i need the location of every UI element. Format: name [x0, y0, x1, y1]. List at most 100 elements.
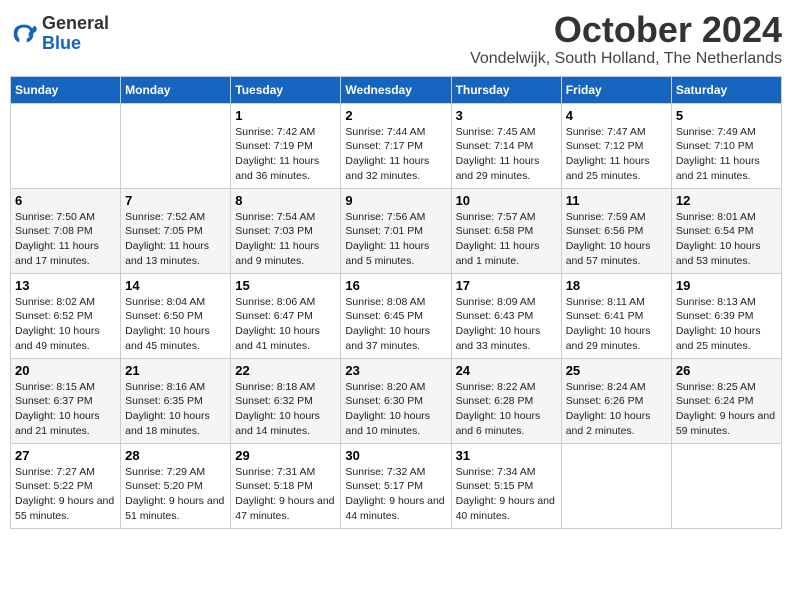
day-info: Sunrise: 8:06 AMSunset: 6:47 PMDaylight:… [235, 295, 336, 354]
calendar-cell: 20 Sunrise: 8:15 AMSunset: 6:37 PMDayligh… [11, 358, 121, 443]
day-info: Sunrise: 8:13 AMSunset: 6:39 PMDaylight:… [676, 295, 777, 354]
day-number: 27 [15, 448, 116, 463]
day-info: Sunrise: 7:44 AMSunset: 7:17 PMDaylight:… [345, 125, 446, 184]
day-info: Sunrise: 8:11 AMSunset: 6:41 PMDaylight:… [566, 295, 667, 354]
day-info: Sunrise: 7:57 AMSunset: 6:58 PMDaylight:… [456, 210, 557, 269]
day-info: Sunrise: 7:52 AMSunset: 7:05 PMDaylight:… [125, 210, 226, 269]
day-info: Sunrise: 8:18 AMSunset: 6:32 PMDaylight:… [235, 380, 336, 439]
day-number: 26 [676, 363, 777, 378]
calendar-cell [671, 443, 781, 528]
day-number: 13 [15, 278, 116, 293]
calendar-cell: 8 Sunrise: 7:54 AMSunset: 7:03 PMDaylight… [231, 188, 341, 273]
day-info: Sunrise: 8:02 AMSunset: 6:52 PMDaylight:… [15, 295, 116, 354]
day-info: Sunrise: 8:08 AMSunset: 6:45 PMDaylight:… [345, 295, 446, 354]
day-info: Sunrise: 7:59 AMSunset: 6:56 PMDaylight:… [566, 210, 667, 269]
day-info: Sunrise: 8:24 AMSunset: 6:26 PMDaylight:… [566, 380, 667, 439]
day-info: Sunrise: 8:22 AMSunset: 6:28 PMDaylight:… [456, 380, 557, 439]
day-info: Sunrise: 8:01 AMSunset: 6:54 PMDaylight:… [676, 210, 777, 269]
day-number: 17 [456, 278, 557, 293]
day-number: 12 [676, 193, 777, 208]
calendar-cell: 14 Sunrise: 8:04 AMSunset: 6:50 PMDayligh… [121, 273, 231, 358]
day-number: 31 [456, 448, 557, 463]
calendar-cell: 17Sunrise: 8:09 AMSunset: 6:43 PMDayligh… [451, 273, 561, 358]
calendar-cell: 4 Sunrise: 7:47 AMSunset: 7:12 PMDaylight… [561, 103, 671, 188]
day-number: 2 [345, 108, 446, 123]
logo: General Blue [10, 14, 109, 54]
calendar-cell: 23Sunrise: 8:20 AMSunset: 6:30 PMDayligh… [341, 358, 451, 443]
calendar-cell: 11 Sunrise: 7:59 AMSunset: 6:56 PMDayligh… [561, 188, 671, 273]
location-title: Vondelwijk, South Holland, The Netherlan… [470, 50, 782, 68]
calendar-cell: 6 Sunrise: 7:50 AMSunset: 7:08 PMDaylight… [11, 188, 121, 273]
day-info: Sunrise: 8:15 AMSunset: 6:37 PMDaylight:… [15, 380, 116, 439]
day-info: Sunrise: 7:27 AMSunset: 5:22 PMDaylight:… [15, 465, 116, 524]
calendar-cell: 26 Sunrise: 8:25 AMSunset: 6:24 PMDayligh… [671, 358, 781, 443]
day-number: 22 [235, 363, 336, 378]
calendar-cell: 29 Sunrise: 7:31 AMSunset: 5:18 PMDayligh… [231, 443, 341, 528]
weekday-header-wednesday: Wednesday [341, 76, 451, 103]
day-info: Sunrise: 8:16 AMSunset: 6:35 PMDaylight:… [125, 380, 226, 439]
day-number: 4 [566, 108, 667, 123]
day-number: 10 [456, 193, 557, 208]
day-number: 1 [235, 108, 336, 123]
day-info: Sunrise: 7:56 AMSunset: 7:01 PMDaylight:… [345, 210, 446, 269]
weekday-header-tuesday: Tuesday [231, 76, 341, 103]
calendar-cell: 2 Sunrise: 7:44 AMSunset: 7:17 PMDaylight… [341, 103, 451, 188]
day-number: 24 [456, 363, 557, 378]
day-number: 21 [125, 363, 226, 378]
day-number: 14 [125, 278, 226, 293]
day-number: 9 [345, 193, 446, 208]
calendar-cell: 5Sunrise: 7:49 AMSunset: 7:10 PMDaylight… [671, 103, 781, 188]
day-info: Sunrise: 8:25 AMSunset: 6:24 PMDaylight:… [676, 380, 777, 439]
day-info: Sunrise: 7:32 AMSunset: 5:17 PMDaylight:… [345, 465, 446, 524]
day-info: Sunrise: 7:45 AMSunset: 7:14 PMDaylight:… [456, 125, 557, 184]
day-info: Sunrise: 7:54 AMSunset: 7:03 PMDaylight:… [235, 210, 336, 269]
day-number: 6 [15, 193, 116, 208]
day-number: 29 [235, 448, 336, 463]
day-number: 19 [676, 278, 777, 293]
day-info: Sunrise: 8:04 AMSunset: 6:50 PMDaylight:… [125, 295, 226, 354]
day-number: 20 [15, 363, 116, 378]
calendar-cell: 27 Sunrise: 7:27 AMSunset: 5:22 PMDayligh… [11, 443, 121, 528]
day-number: 15 [235, 278, 336, 293]
logo-general: General [42, 14, 109, 34]
day-number: 16 [345, 278, 446, 293]
weekday-header-monday: Monday [121, 76, 231, 103]
calendar-cell [121, 103, 231, 188]
day-info: Sunrise: 7:29 AMSunset: 5:20 PMDaylight:… [125, 465, 226, 524]
calendar-cell: 3 Sunrise: 7:45 AMSunset: 7:14 PMDaylight… [451, 103, 561, 188]
calendar-cell: 9 Sunrise: 7:56 AMSunset: 7:01 PMDaylight… [341, 188, 451, 273]
day-number: 8 [235, 193, 336, 208]
calendar-cell: 21 Sunrise: 8:16 AMSunset: 6:35 PMDayligh… [121, 358, 231, 443]
day-number: 25 [566, 363, 667, 378]
day-info: Sunrise: 7:50 AMSunset: 7:08 PMDaylight:… [15, 210, 116, 269]
calendar-cell: 31 Sunrise: 7:34 AMSunset: 5:15 PMDayligh… [451, 443, 561, 528]
calendar-cell [561, 443, 671, 528]
day-info: Sunrise: 7:34 AMSunset: 5:15 PMDaylight:… [456, 465, 557, 524]
calendar-cell: 28 Sunrise: 7:29 AMSunset: 5:20 PMDayligh… [121, 443, 231, 528]
calendar-cell: 15 Sunrise: 8:06 AMSunset: 6:47 PMDayligh… [231, 273, 341, 358]
calendar-cell: 16 Sunrise: 8:08 AMSunset: 6:45 PMDayligh… [341, 273, 451, 358]
day-number: 7 [125, 193, 226, 208]
calendar-cell: 1 Sunrise: 7:42 AMSunset: 7:19 PMDaylight… [231, 103, 341, 188]
day-number: 28 [125, 448, 226, 463]
calendar-cell: 25 Sunrise: 8:24 AMSunset: 6:26 PMDayligh… [561, 358, 671, 443]
day-number: 5 [676, 108, 777, 123]
day-number: 3 [456, 108, 557, 123]
calendar-cell: 22 Sunrise: 8:18 AMSunset: 6:32 PMDayligh… [231, 358, 341, 443]
day-info: Sunrise: 7:42 AMSunset: 7:19 PMDaylight:… [235, 125, 336, 184]
day-info: Sunrise: 8:20 AMSunset: 6:30 PMDaylight:… [345, 380, 446, 439]
month-title: October 2024 [470, 10, 782, 50]
weekday-header-thursday: Thursday [451, 76, 561, 103]
weekday-header-friday: Friday [561, 76, 671, 103]
calendar-cell: 10 Sunrise: 7:57 AMSunset: 6:58 PMDayligh… [451, 188, 561, 273]
calendar-cell: 19 Sunrise: 8:13 AMSunset: 6:39 PMDayligh… [671, 273, 781, 358]
calendar-cell: 12 Sunrise: 8:01 AMSunset: 6:54 PMDayligh… [671, 188, 781, 273]
calendar-cell: 13 Sunrise: 8:02 AMSunset: 6:52 PMDayligh… [11, 273, 121, 358]
weekday-header-sunday: Sunday [11, 76, 121, 103]
day-number: 11 [566, 193, 667, 208]
day-info: Sunrise: 7:47 AMSunset: 7:12 PMDaylight:… [566, 125, 667, 184]
logo-blue: Blue [42, 34, 109, 54]
weekday-header-saturday: Saturday [671, 76, 781, 103]
day-info: Sunrise: 7:31 AMSunset: 5:18 PMDaylight:… [235, 465, 336, 524]
calendar-cell: 24 Sunrise: 8:22 AMSunset: 6:28 PMDayligh… [451, 358, 561, 443]
